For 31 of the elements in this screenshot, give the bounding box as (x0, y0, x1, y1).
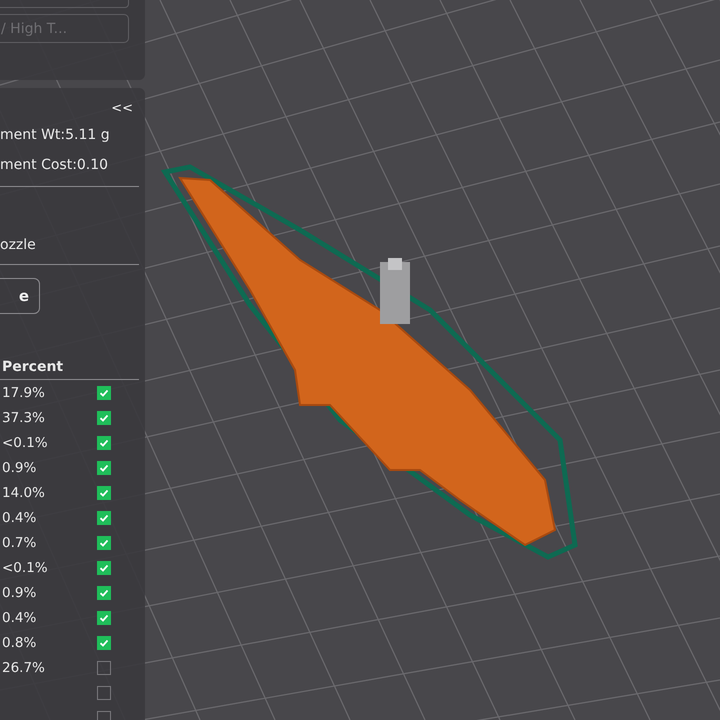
column-header: Percent (2, 359, 64, 375)
percent-cell-text: 26.7% (1, 660, 46, 676)
percent-cell-text: 0.4% (1, 510, 38, 526)
percent-cell-text: <0.1% (1, 560, 49, 576)
visibility-checkbox[interactable] (97, 536, 111, 550)
collapse-button[interactable]: << (111, 100, 133, 118)
visibility-checkbox[interactable] (97, 510, 111, 524)
percent-cell-text: 0.9% (1, 584, 38, 600)
percent-cell-text: <0.1% (1, 434, 49, 450)
visibility-checkbox[interactable] (97, 586, 111, 600)
percent-cell-text: 37.3% (1, 410, 46, 426)
visibility-checkbox[interactable] (97, 386, 111, 400)
percent-cell-text: 0.9% (1, 460, 38, 476)
visibility-checkbox[interactable] (97, 686, 111, 700)
filament-weight-text: ment Wt:5.11 g (0, 126, 111, 145)
visibility-checkbox[interactable] (97, 636, 111, 650)
visibility-checkbox[interactable] (97, 460, 111, 474)
visibility-checkbox[interactable] (97, 410, 111, 424)
filament-cost-text: ment Cost:0.10 (0, 156, 110, 175)
percent-cell-text: 0.7% (1, 534, 38, 550)
percent-cell-text: 17.9% (1, 384, 46, 400)
visibility-checkbox[interactable] (97, 436, 111, 450)
nozzle-label: ozzle (0, 236, 37, 255)
visibility-checkbox[interactable] (97, 486, 111, 500)
action-button[interactable]: e (0, 278, 40, 314)
visibility-checkbox[interactable] (97, 610, 111, 624)
percent-cell-text: 14.0% (1, 484, 46, 500)
percent-cell-text: 0.8% (1, 634, 38, 650)
visibility-checkbox[interactable] (97, 560, 111, 574)
percent-cell-text: 0.4% (1, 610, 38, 626)
visibility-checkbox[interactable] (97, 660, 111, 674)
